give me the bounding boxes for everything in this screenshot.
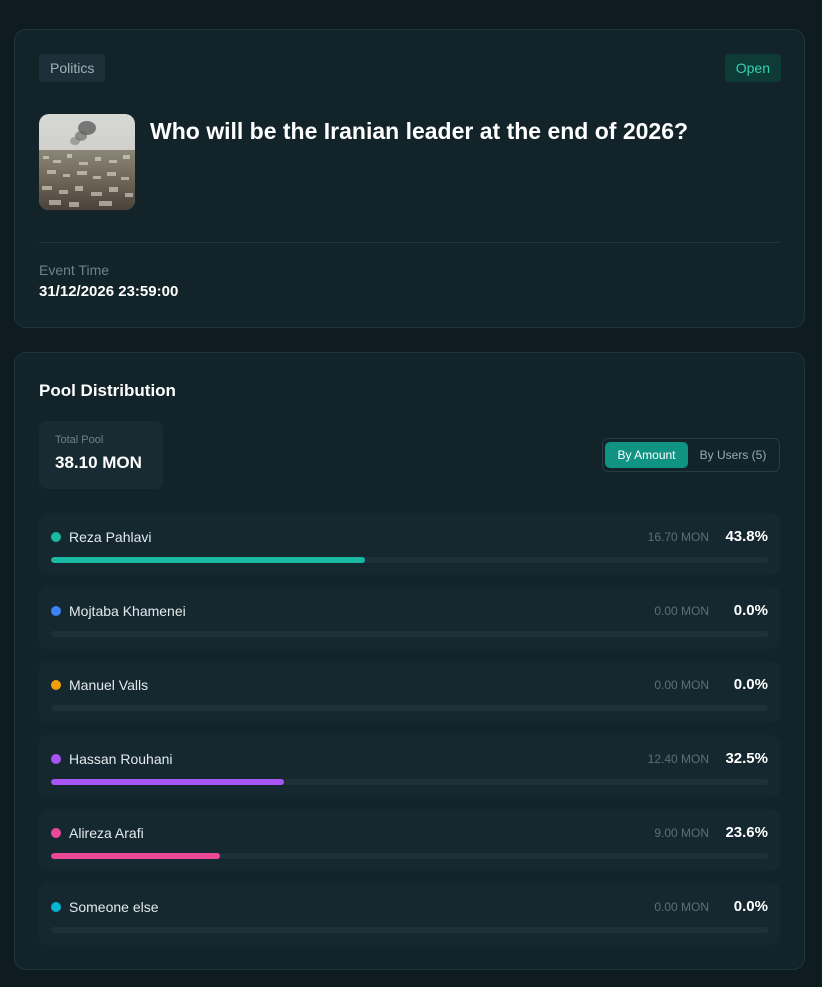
outcome-name: Someone else [69,899,159,915]
outcome-amount: 12.40 MON [647,752,709,766]
outcome-row[interactable]: Mojtaba Khamenei 0.00 MON 0.0% [39,587,780,649]
outcome-percent: 0.0% [733,898,768,915]
outcome-row[interactable]: Reza Pahlavi 16.70 MON 43.8% [39,513,780,575]
outcome-row[interactable]: Manuel Valls 0.00 MON 0.0% [39,661,780,723]
outcome-name: Manuel Valls [69,677,149,693]
outcome-color-dot [51,902,61,912]
outcome-color-dot [51,532,61,542]
outcome-name: Hassan Rouhani [69,751,173,767]
pool-distribution-title: Pool Distribution [39,381,176,400]
outcome-percent: 23.6% [725,824,768,841]
event-card: Politics Open Who will be the Iranian le… [14,29,805,328]
outcome-amount: 16.70 MON [647,530,709,544]
outcome-name: Mojtaba Khamenei [69,603,186,619]
outcome-percent: 0.0% [733,602,768,619]
event-title: Who will be the Iranian leader at the en… [150,118,689,144]
outcome-percent: 32.5% [725,750,768,767]
outcome-progress-track [51,705,768,711]
outcome-progress-track [51,557,768,563]
outcome-color-dot [51,606,61,616]
city-skyline-photo [39,114,135,210]
outcome-progress-track [51,927,768,933]
outcome-color-dot [51,680,61,690]
event-time-label: Event Time [39,262,110,278]
pool-distribution-card: Pool Distribution Total Pool 38.10 MON B… [14,352,805,970]
event-time-value: 31/12/2026 23:59:00 [39,283,179,300]
outcome-name: Reza Pahlavi [69,529,152,545]
outcome-amount: 0.00 MON [654,678,709,692]
outcome-amount: 9.00 MON [654,826,709,840]
divider [39,242,780,243]
outcome-row[interactable]: Hassan Rouhani 12.40 MON 32.5% [39,735,780,797]
outcome-row[interactable]: Alireza Arafi 9.00 MON 23.6% [39,809,780,871]
outcome-row[interactable]: Someone else 0.00 MON 0.0% [39,883,780,945]
outcome-percent: 0.0% [733,676,768,693]
event-image [39,114,135,210]
total-pool-box: Total Pool 38.10 MON [39,421,163,489]
outcome-progress-fill [51,853,221,859]
status-badge: Open [724,54,781,82]
outcome-progress-fill [51,557,366,563]
outcome-progress-track [51,853,768,859]
total-pool-label: Total Pool [55,434,104,446]
outcome-color-dot [51,754,61,764]
total-pool-value: 38.10 MON [55,453,142,472]
outcome-progress-fill [51,779,285,785]
outcome-name: Alireza Arafi [69,825,144,841]
category-badge[interactable]: Politics [39,54,106,82]
outcome-progress-track [51,631,768,637]
by-users-tab[interactable]: By Users (5) [689,442,777,468]
outcome-percent: 43.8% [725,528,768,545]
by-amount-tab[interactable]: By Amount [605,442,688,468]
outcome-progress-track [51,779,768,785]
distribution-toggle: By Amount By Users (5) [602,438,780,472]
outcome-color-dot [51,828,61,838]
outcome-amount: 0.00 MON [654,900,709,914]
outcome-amount: 0.00 MON [654,604,709,618]
